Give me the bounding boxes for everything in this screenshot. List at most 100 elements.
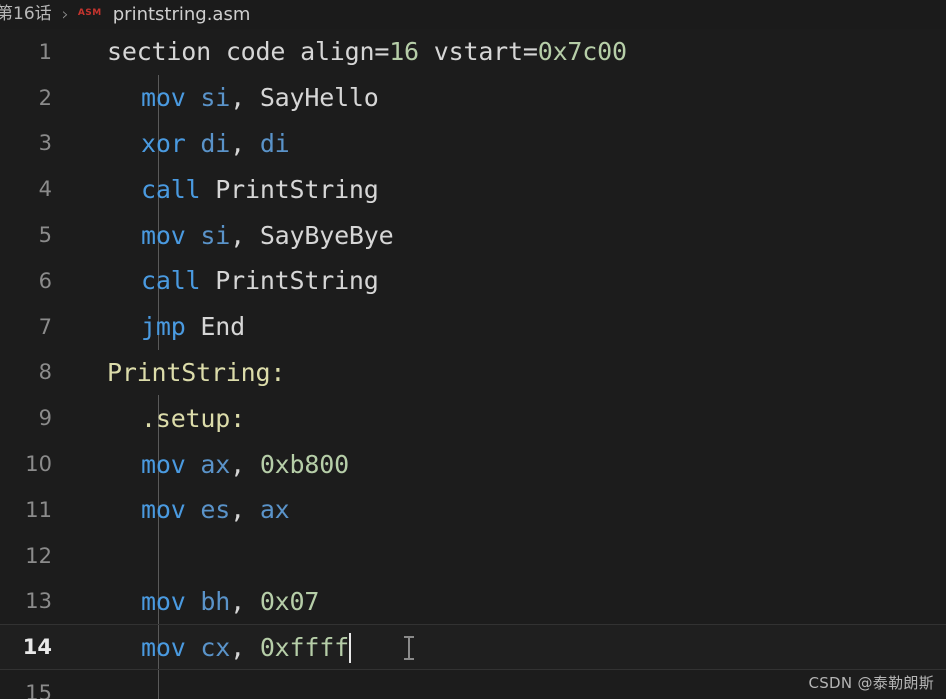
code-line-content[interactable]: jmp End	[52, 303, 946, 350]
breadcrumb-folder-label: 第16话	[0, 4, 52, 24]
line-number: 8	[38, 360, 52, 385]
code-line[interactable]: 6 call PrintString	[0, 257, 946, 304]
code-text: call PrintString	[107, 167, 379, 212]
code-token: ,	[230, 220, 260, 250]
code-text: .setup:	[107, 396, 245, 441]
indent-guide	[158, 532, 159, 579]
code-token: mov	[141, 220, 186, 250]
code-text: mov bh, 0x07	[107, 579, 319, 624]
code-token: ,	[230, 632, 260, 662]
code-token: PrintString	[215, 266, 379, 296]
code-line[interactable]: 12	[0, 532, 946, 579]
line-number: 6	[38, 268, 52, 293]
line-number: 5	[38, 223, 52, 248]
code-token: di	[259, 128, 290, 158]
code-line[interactable]: 1 section code align=16 vstart=0x7c00	[0, 29, 946, 75]
code-token: ,	[230, 128, 260, 158]
code-token: ,	[230, 586, 260, 616]
code-token: End	[200, 312, 245, 342]
code-line-content[interactable]: mov si, SayByeBye	[52, 212, 946, 258]
code-text: section code align=16 vstart=0x7c00	[107, 29, 627, 74]
code-text: call PrintString	[107, 258, 379, 303]
code-token: cx	[200, 632, 231, 662]
line-number: 2	[38, 85, 52, 110]
code-token: mov	[141, 495, 186, 525]
code-line[interactable]: 5 mov si, SayByeBye	[0, 212, 946, 258]
code-token: mov	[141, 586, 186, 616]
code-line-content[interactable]: xor di, di	[52, 120, 946, 167]
asm-file-icon: ASM	[77, 8, 102, 18]
code-text: mov si, SayHello	[107, 75, 379, 120]
code-line[interactable]: 11 mov es, ax	[0, 486, 946, 533]
line-number: 10	[25, 452, 52, 477]
code-editor-area[interactable]: 1 section code align=16 vstart=0x7c00 2 mov…	[0, 29, 946, 699]
code-line[interactable]: 10 mov ax, 0xb800	[0, 441, 946, 487]
line-number: 13	[25, 589, 52, 614]
code-line-content[interactable]: mov es, ax	[52, 486, 946, 533]
code-token: call	[141, 266, 201, 296]
code-token: SayByeBye	[259, 220, 394, 250]
code-token: PrintString:	[107, 357, 286, 387]
code-line-content[interactable]: PrintString:	[52, 350, 946, 396]
code-line[interactable]: 13 mov bh, 0x07	[0, 578, 946, 625]
chevron-right-icon: ›	[61, 4, 69, 25]
code-token: vstart=	[433, 37, 538, 67]
code-token: 16	[389, 37, 419, 67]
code-token: call	[141, 174, 201, 204]
code-line[interactable]: 7 jmp End	[0, 303, 946, 350]
code-token: .setup:	[141, 403, 245, 433]
code-line-content[interactable]: call PrintString	[52, 257, 946, 304]
code-editor-window: 第16话 › ASM printstring.asm 1 section code…	[0, 0, 946, 699]
text-cursor	[348, 632, 351, 663]
code-token: ,	[230, 83, 260, 113]
code-token: 0x7c00	[537, 37, 627, 67]
breadcrumb-item-file[interactable]: ASM printstring.asm	[78, 0, 251, 29]
code-line-content[interactable]: call PrintString	[52, 166, 946, 213]
code-token: di	[200, 128, 231, 158]
code-line[interactable]: 9 .setup:	[0, 395, 946, 442]
code-line-content[interactable]	[52, 532, 946, 579]
code-token: SayHello	[259, 83, 379, 113]
code-token: code	[225, 37, 286, 67]
code-token: jmp	[141, 312, 186, 342]
code-lines-container: 1 section code align=16 vstart=0x7c00 2 mov…	[0, 29, 946, 699]
code-line[interactable]: 15	[0, 670, 946, 699]
code-line-content[interactable]: mov ax, 0xb800	[52, 441, 946, 487]
code-token: xor	[141, 128, 186, 158]
code-line[interactable]: 2 mov si, SayHello	[0, 74, 946, 121]
code-line[interactable]: 4 call PrintString	[0, 166, 946, 213]
code-line-content[interactable]: section code align=16 vstart=0x7c00	[52, 29, 946, 75]
code-line[interactable]: 14 mov cx, 0xffff	[0, 624, 946, 671]
code-token: es	[200, 495, 231, 525]
code-line-content[interactable]: mov bh, 0x07	[52, 578, 946, 625]
code-token: ax	[200, 449, 231, 479]
code-text: xor di, di	[107, 121, 290, 166]
code-token: si	[200, 220, 231, 250]
code-text: mov cx, 0xffff	[107, 625, 351, 670]
breadcrumb: 第16话 › ASM printstring.asm	[0, 0, 946, 29]
code-token: 0x07	[259, 586, 320, 616]
code-line[interactable]: 8 PrintString:	[0, 350, 946, 396]
line-number: 11	[25, 497, 52, 522]
code-token: mov	[141, 632, 186, 662]
line-number: 14	[22, 635, 52, 660]
code-line-content[interactable]: mov si, SayHello	[52, 74, 946, 121]
breadcrumb-item-folder[interactable]: 第16话	[0, 0, 52, 29]
line-number: 9	[38, 406, 52, 431]
line-number: 7	[38, 314, 52, 339]
code-line-content[interactable]: mov cx, 0xffff	[52, 625, 946, 670]
code-line[interactable]: 3 xor di, di	[0, 120, 946, 167]
code-line-content[interactable]: .setup:	[52, 395, 946, 442]
code-text: mov si, SayByeBye	[107, 213, 394, 258]
line-number: 3	[38, 131, 52, 156]
line-number: 12	[25, 543, 52, 568]
